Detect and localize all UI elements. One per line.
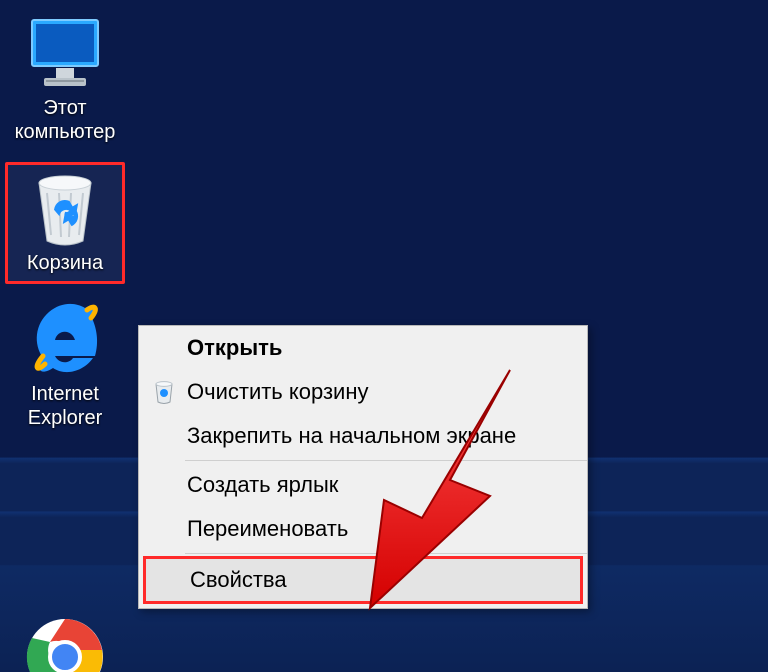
menu-item-empty-recycle-bin[interactable]: Очистить корзину — [139, 370, 587, 414]
menu-item-rename[interactable]: Переименовать — [139, 507, 587, 551]
menu-item-open[interactable]: Открыть — [139, 326, 587, 370]
menu-item-label: Свойства — [190, 567, 580, 593]
desktop-icon-this-pc[interactable]: Этот компьютер — [3, 8, 127, 148]
recycle-bin-icon — [8, 169, 122, 247]
desktop-icon-recycle-bin[interactable]: Корзина — [5, 162, 125, 284]
menu-item-label: Закрепить на начальном экране — [187, 423, 587, 449]
desktop-icon-label: Этот компьютер — [5, 96, 125, 144]
chrome-icon[interactable] — [26, 618, 104, 672]
menu-item-label: Переименовать — [187, 516, 587, 542]
this-pc-icon — [5, 14, 125, 92]
menu-separator — [185, 553, 587, 554]
menu-item-pin-to-start[interactable]: Закрепить на начальном экране — [139, 414, 587, 458]
desktop-icon-internet-explorer[interactable]: Internet Explorer — [3, 294, 127, 434]
menu-item-create-shortcut[interactable]: Создать ярлык — [139, 463, 587, 507]
menu-separator — [185, 460, 587, 461]
menu-item-properties[interactable]: Свойства — [143, 556, 583, 604]
desktop-icon-column: Этот компьютер Корзина Interne — [0, 8, 130, 448]
context-menu: Открыть Очистить корзину Закрепить на на… — [138, 325, 588, 609]
menu-item-label: Создать ярлык — [187, 472, 587, 498]
menu-item-label: Очистить корзину — [187, 379, 587, 405]
desktop-icon-label: Internet Explorer — [5, 382, 125, 430]
desktop-icon-label: Корзина — [8, 251, 122, 275]
recycle-bin-small-icon — [153, 380, 187, 404]
internet-explorer-icon — [5, 300, 125, 378]
menu-item-label: Открыть — [187, 335, 587, 361]
